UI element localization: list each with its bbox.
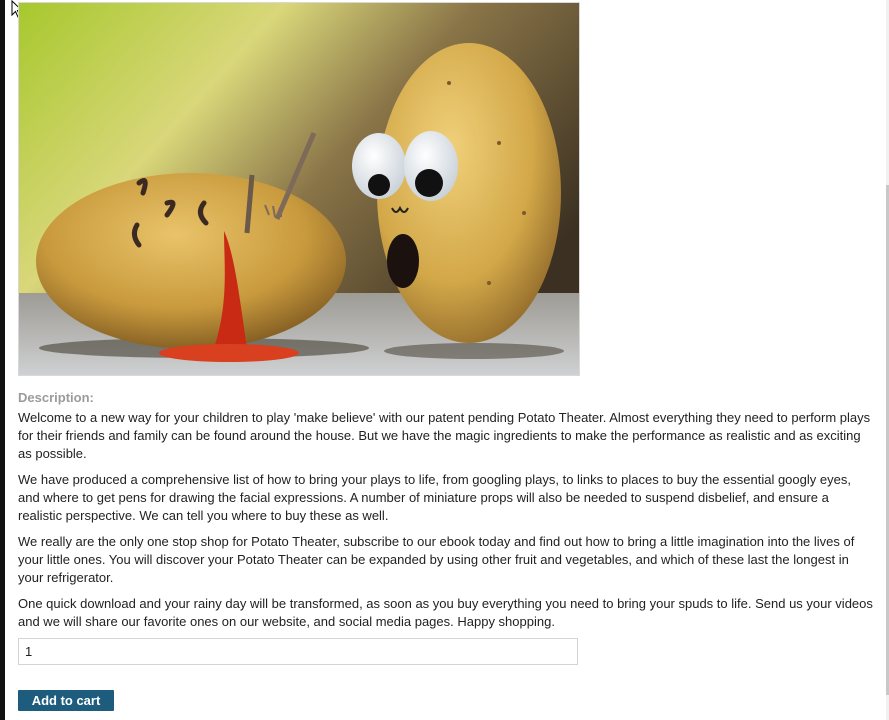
description-paragraph: Welcome to a new way for your children t… xyxy=(18,410,871,461)
description-label: Description: xyxy=(18,390,94,405)
product-page: Description: Welcome to a new way for yo… xyxy=(0,0,889,720)
description-paragraph: We have produced a comprehensive list of… xyxy=(18,472,851,523)
description-paragraph: One quick download and your rainy day wi… xyxy=(18,596,873,629)
description-paragraph: We really are the only one stop shop for… xyxy=(18,534,855,585)
product-image xyxy=(18,2,580,376)
product-description: Description: Welcome to a new way for yo… xyxy=(18,390,873,639)
left-edge-bar xyxy=(0,0,5,720)
potato-theater-photo xyxy=(19,3,579,375)
add-to-cart-button[interactable]: Add to cart xyxy=(18,690,114,711)
quantity-input[interactable] xyxy=(18,638,578,665)
